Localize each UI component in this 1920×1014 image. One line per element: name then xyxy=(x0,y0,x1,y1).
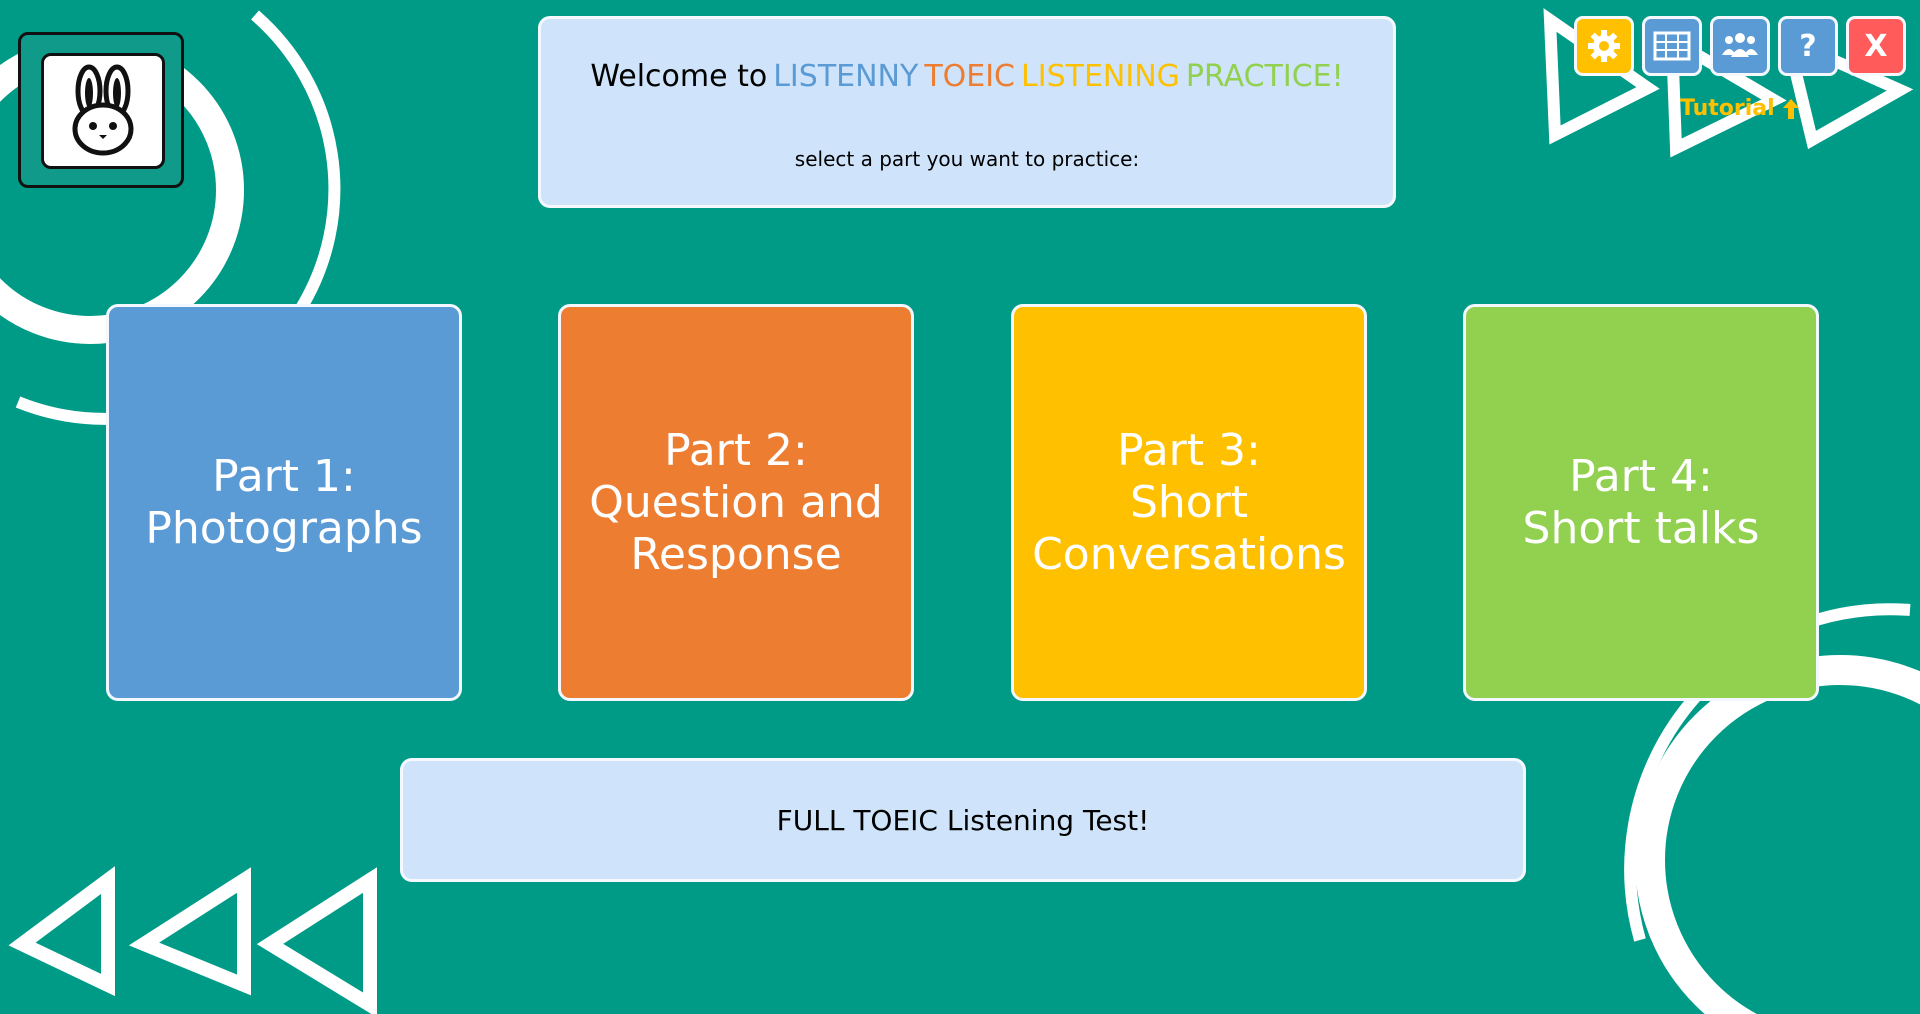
tutorial-label: Tutorial xyxy=(1680,96,1775,121)
part-3-line-3: Conversations xyxy=(1032,528,1346,580)
part-1-line-1: Part 1: xyxy=(212,450,356,502)
full-test-button[interactable]: FULL TOEIC Listening Test! xyxy=(400,758,1526,882)
part-4-line-1: Part 4: xyxy=(1569,450,1713,502)
title-word-listening: LISTENING xyxy=(1021,59,1180,94)
welcome-title: Welcome to LISTENNY TOEIC LISTENING PRACTICE… xyxy=(541,59,1393,94)
part-2-line-2: Question and xyxy=(589,476,883,528)
app-logo xyxy=(18,32,184,188)
welcome-prefix: Welcome to xyxy=(590,59,768,94)
part-4-button[interactable]: Part 4: Short talks xyxy=(1463,304,1819,701)
part-2-line-3: Response xyxy=(630,528,842,580)
part-4-line-2: Short talks xyxy=(1522,502,1760,554)
close-button[interactable]: X xyxy=(1846,16,1906,76)
group-button[interactable] xyxy=(1710,16,1770,76)
part-1-line-2: Photographs xyxy=(145,502,423,554)
welcome-subtitle: select a part you want to practice: xyxy=(794,147,1140,171)
part-2-button[interactable]: Part 2: Question and Response xyxy=(558,304,914,701)
title-word-listenny: LISTENNY xyxy=(773,59,919,94)
scoreboard-button[interactable] xyxy=(1642,16,1702,76)
help-button[interactable]: ? xyxy=(1778,16,1838,76)
group-icon xyxy=(1722,33,1758,57)
title-word-toeic: TOEIC xyxy=(924,59,1016,94)
close-icon: X xyxy=(1864,28,1888,64)
part-3-line-2: Short xyxy=(1129,476,1249,528)
arrow-up-icon xyxy=(1782,98,1799,119)
top-right-toolbar: ? X xyxy=(1574,16,1906,76)
gear-icon xyxy=(1588,30,1620,62)
tutorial-link[interactable]: Tutorial xyxy=(1680,96,1801,121)
part-3-line-1: Part 3: xyxy=(1117,424,1261,476)
table-icon xyxy=(1653,31,1691,61)
full-test-label: FULL TOEIC Listening Test! xyxy=(776,803,1150,837)
help-icon: ? xyxy=(1799,28,1817,64)
title-word-practice: PRACTICE! xyxy=(1185,59,1344,94)
part-2-line-1: Part 2: xyxy=(664,424,808,476)
part-3-button[interactable]: Part 3: Short Conversations xyxy=(1011,304,1367,701)
settings-button[interactable] xyxy=(1574,16,1634,76)
bunny-icon xyxy=(72,64,134,156)
part-1-button[interactable]: Part 1: Photographs xyxy=(106,304,462,701)
welcome-panel: Welcome to LISTENNY TOEIC LISTENING PRACTICE… xyxy=(538,16,1396,208)
